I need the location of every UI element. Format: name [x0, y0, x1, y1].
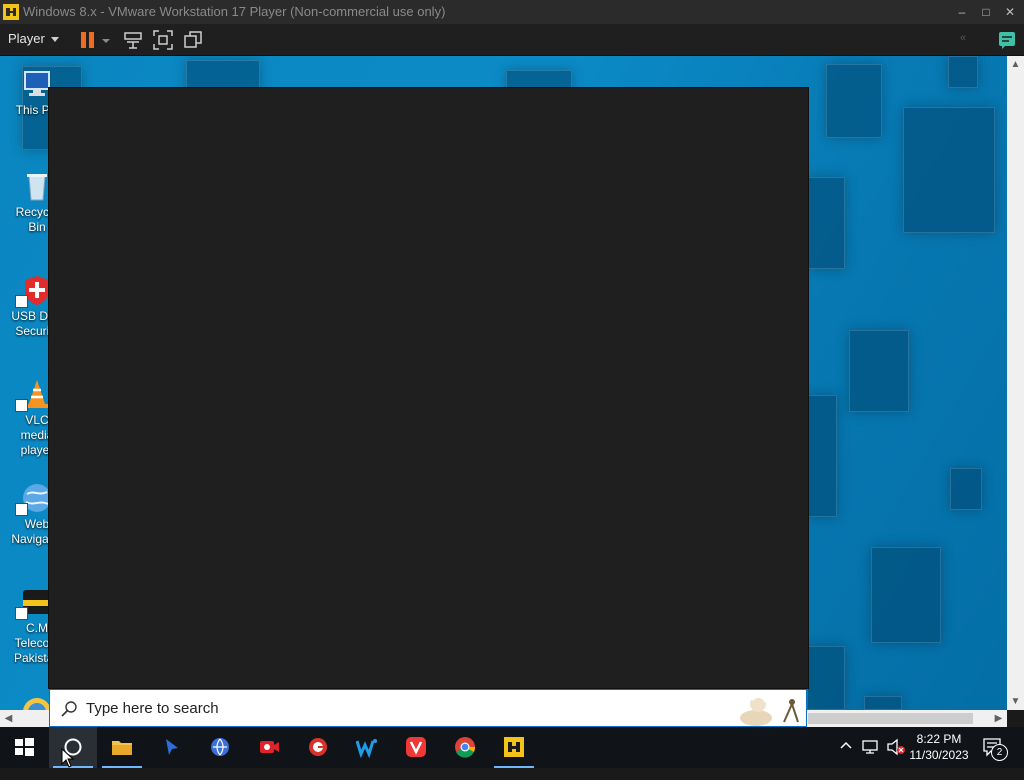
cursor-app-icon [166, 739, 178, 755]
chevron-down-icon [50, 37, 59, 43]
screen-recorder-icon [260, 741, 279, 753]
scroll-left-arrow-icon[interactable]: ◀ [0, 710, 17, 727]
search-flyout-panel [49, 88, 808, 688]
pause-dropdown-icon[interactable] [99, 29, 113, 51]
vmware-logo-icon [3, 4, 19, 20]
wallpaper-tile [849, 330, 909, 412]
network-icon[interactable] [862, 739, 880, 780]
windows-logo-icon [15, 738, 34, 756]
taskbar-vmware[interactable] [490, 727, 538, 768]
scroll-down-arrow-icon[interactable]: ▼ [1007, 693, 1024, 710]
windows-taskbar: 8:22 PM 11/30/2023 2 [0, 727, 1024, 768]
scroll-up-arrow-icon[interactable]: ▲ [1007, 56, 1024, 73]
horizontal-scroll-thumb[interactable] [808, 713, 973, 724]
wallpaper-tile [871, 547, 941, 643]
shortcut-arrow-icon [15, 503, 28, 516]
wallpaper-tile [826, 64, 882, 138]
shortcut-arrow-icon [15, 607, 28, 620]
taskbar-chrome[interactable] [441, 727, 489, 768]
file-explorer-icon [112, 741, 132, 755]
wallpaper-tile [864, 696, 902, 710]
clock-time: 8:22 PM [916, 732, 962, 746]
taskbar-screen-recorder[interactable] [245, 727, 293, 768]
action-center-button[interactable]: 2 [982, 737, 1008, 778]
player-menu[interactable]: Player [8, 31, 59, 46]
collapse-toolbar-icon[interactable]: « [960, 32, 966, 44]
wallpaper-tile [807, 395, 837, 517]
show-hidden-icons-chevron-icon[interactable] [839, 739, 853, 780]
taskbar-cursor-app[interactable] [147, 727, 195, 768]
pause-icon[interactable] [77, 29, 99, 51]
network-globe-icon [211, 738, 229, 756]
vertical-scrollbar[interactable]: ▲ ▼ [1007, 56, 1024, 710]
taskbar-vivaldi[interactable] [392, 727, 440, 768]
vmware-title-bar: Windows 8.x - VMware Workstation 17 Play… [0, 0, 1024, 24]
shortcut-arrow-icon [15, 295, 28, 308]
volume-muted-icon[interactable] [886, 738, 906, 779]
mouse-cursor-icon [61, 748, 75, 768]
taskbar-network-app[interactable] [196, 727, 244, 768]
search-icon [61, 701, 77, 717]
wallpaper-tile [807, 177, 845, 269]
vivaldi-icon [406, 737, 426, 757]
browser-g-icon [309, 738, 327, 756]
wallpaper-tile [903, 107, 995, 233]
search-highlight-illustration-icon [740, 694, 799, 726]
wallpaper-tile [948, 56, 978, 88]
search-input[interactable] [86, 697, 686, 719]
w-app-icon [356, 739, 377, 758]
maximize-button[interactable]: □ [974, 0, 998, 24]
window-title: Windows 8.x - VMware Workstation 17 Play… [23, 4, 446, 19]
taskbar-clock[interactable]: 8:22 PM 11/30/2023 [906, 731, 972, 763]
taskbar-file-explorer[interactable] [98, 727, 146, 768]
taskbar-w-app[interactable] [343, 727, 391, 768]
notes-icon[interactable] [996, 29, 1018, 51]
notification-count-badge: 2 [991, 744, 1008, 761]
taskbar-browser-g[interactable] [294, 727, 342, 768]
player-menu-label: Player [8, 31, 45, 46]
shortcut-arrow-icon [15, 399, 28, 412]
vmware-icon [504, 737, 524, 757]
unity-mode-icon[interactable] [182, 29, 204, 51]
start-button[interactable] [0, 727, 48, 768]
chrome-icon [455, 737, 476, 758]
taskbar-search-box[interactable] [49, 689, 807, 727]
wallpaper-tile [950, 468, 982, 510]
send-ctrl-alt-del-icon[interactable] [122, 29, 144, 51]
vmware-toolbar: Player « [0, 24, 1024, 56]
fit-guest-icon[interactable] [152, 29, 174, 51]
minimize-button[interactable]: – [950, 0, 974, 24]
close-button[interactable]: ✕ [998, 0, 1022, 24]
scroll-right-arrow-icon[interactable]: ▶ [990, 710, 1007, 727]
clock-date: 11/30/2023 [909, 748, 969, 762]
wallpaper-tile [807, 646, 845, 710]
